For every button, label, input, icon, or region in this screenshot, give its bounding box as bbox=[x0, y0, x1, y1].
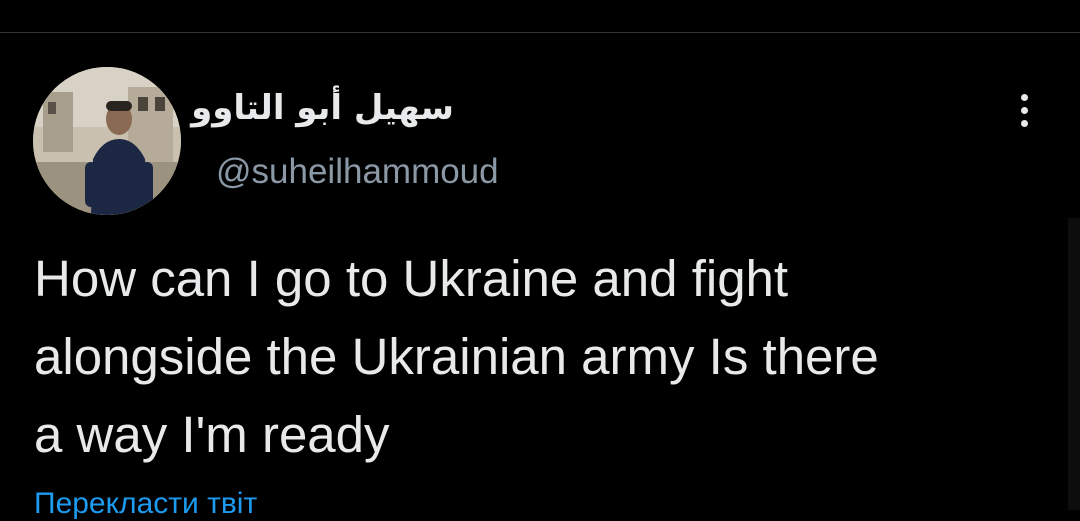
avatar-photo-icon bbox=[33, 67, 181, 215]
translate-tweet-link[interactable]: Перекласти твіт bbox=[34, 487, 257, 521]
more-vertical-icon bbox=[1020, 93, 1028, 101]
more-options-button[interactable] bbox=[1004, 88, 1044, 132]
author-display-name[interactable]: سهيل أبو التاوو bbox=[191, 88, 454, 128]
top-divider bbox=[0, 32, 1080, 33]
more-vertical-icon-dot-2 bbox=[1020, 106, 1028, 114]
author-avatar[interactable] bbox=[33, 67, 181, 215]
more-vertical-icon-dot-3 bbox=[1020, 119, 1028, 127]
scrollbar-track[interactable] bbox=[1068, 218, 1080, 510]
tweet-text: How can I go to Ukraine and fight alongs… bbox=[34, 250, 879, 463]
author-handle[interactable]: @suheilhammoud bbox=[216, 152, 499, 192]
